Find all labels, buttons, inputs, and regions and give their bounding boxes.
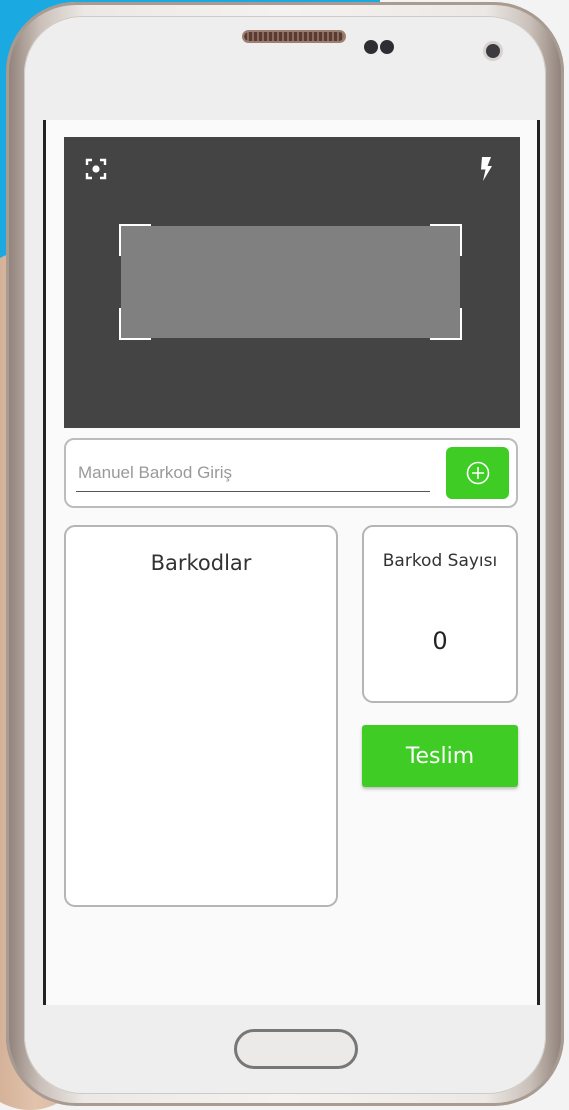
focus-corner-bottom-right	[430, 308, 462, 340]
front-camera	[486, 44, 500, 58]
barcodes-list-title: Barkodlar	[150, 551, 252, 575]
app-screen: Barkodlar Barkod Sayısı 0 Teslim	[43, 120, 540, 1005]
barcodes-list-panel[interactable]: Barkodlar	[64, 525, 338, 907]
earpiece-speaker	[244, 32, 344, 41]
deliver-button[interactable]: Teslim	[362, 725, 518, 787]
flash-toggle-button[interactable]	[472, 155, 500, 183]
photo-stage: Barkodlar Barkod Sayısı 0 Teslim	[0, 0, 569, 1110]
manual-barcode-input[interactable]	[76, 454, 430, 492]
barcode-count-panel: Barkod Sayısı 0	[362, 525, 518, 703]
add-barcode-button[interactable]	[446, 447, 509, 499]
manual-entry-box	[64, 438, 518, 508]
scan-focus-area	[119, 224, 462, 340]
flash-bolt-icon	[481, 157, 492, 181]
plus-circle-icon	[466, 461, 489, 485]
focus-corner-top-left	[119, 224, 151, 256]
focus-button[interactable]	[82, 155, 110, 183]
home-button[interactable]	[234, 1029, 358, 1069]
proximity-sensor	[364, 40, 378, 54]
barcode-count-label: Barkod Sayısı	[382, 551, 498, 571]
focus-corner-top-right	[430, 224, 462, 256]
barcode-count-value: 0	[432, 627, 448, 655]
focus-target-icon	[85, 158, 107, 180]
focus-corner-bottom-left	[119, 308, 151, 340]
light-sensor	[380, 40, 394, 54]
barcode-scanner-view	[64, 137, 520, 428]
